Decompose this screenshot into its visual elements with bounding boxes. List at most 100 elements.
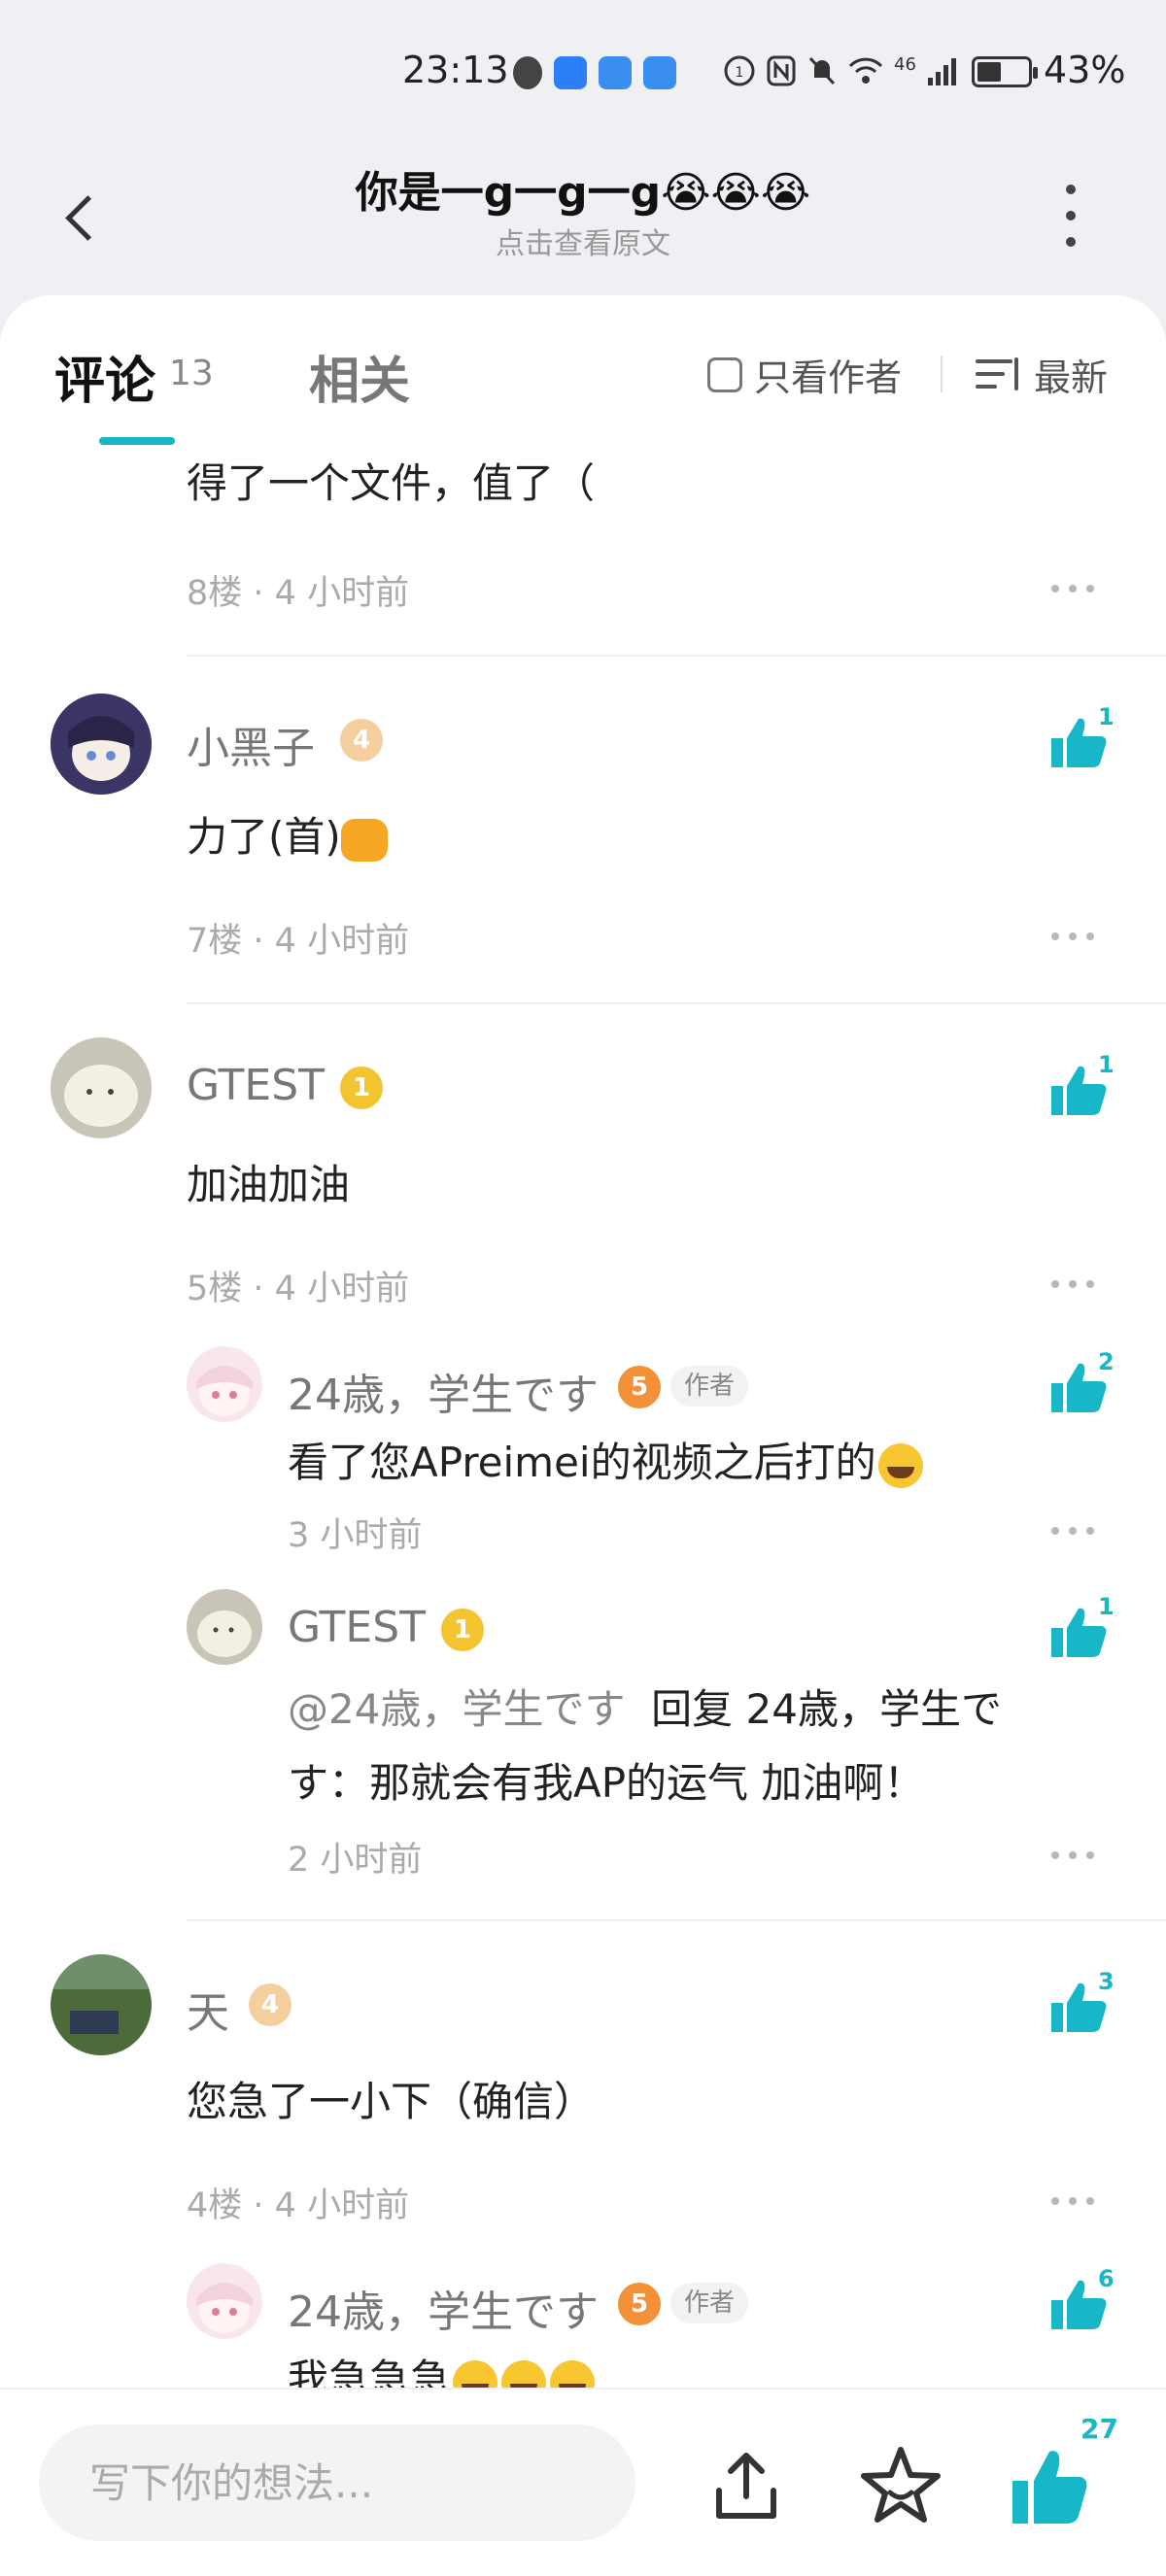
more-vertical-icon[interactable]: [1059, 185, 1082, 247]
level-badge: 4: [340, 719, 383, 762]
avatar[interactable]: [187, 1346, 262, 1422]
avatar[interactable]: [51, 1037, 152, 1138]
floor-number: 8楼: [187, 574, 243, 613]
page-title[interactable]: 你是一g一g一g😭😭😭: [0, 157, 1166, 220]
more-horizontal-icon[interactable]: [1051, 1851, 1094, 1863]
reply-text-content: 看了您APreimei的视频之后打的: [288, 1439, 876, 1486]
comment-input[interactable]: [39, 2424, 635, 2541]
comment-divider: [187, 655, 1166, 657]
view-original-link[interactable]: 点击查看原文: [0, 220, 1166, 262]
share-icon[interactable]: [707, 2448, 785, 2525]
only-author-toggle[interactable]: 只看作者: [707, 348, 902, 401]
floor-number: 5楼: [187, 1270, 243, 1308]
divider: [941, 356, 943, 392]
svg-text:1: 1: [736, 65, 744, 81]
comment-text-content: 力了(首): [187, 813, 341, 861]
comment-meta: 8楼 · 4 小时前: [187, 574, 410, 613]
like-count: 1: [1098, 1051, 1115, 1078]
reply-text-line1: 回复 24歳，学生で: [651, 1685, 1002, 1733]
more-horizontal-icon[interactable]: [1051, 1527, 1094, 1539]
like-count: 1: [1098, 703, 1115, 730]
bottom-action-bar: 27: [0, 2388, 1166, 2576]
battery-icon: [972, 56, 1038, 87]
wifi-icon: [848, 57, 883, 84]
system-icons: 1 46: [723, 54, 959, 87]
floor-number: 4楼: [187, 2186, 243, 2225]
comment-text: 力了(首): [187, 800, 388, 874]
alien-icon: [513, 56, 542, 89]
like-count: 3: [1098, 1968, 1115, 1995]
like-count: 2: [1098, 1348, 1115, 1375]
mention-link[interactable]: @24歳，学生です: [288, 1685, 625, 1733]
comment-text: 您急了一小下（确信）: [187, 2078, 596, 2125]
level-badge: 5: [618, 2283, 661, 2325]
like-count: 1: [1098, 1593, 1115, 1620]
status-time: 23:13: [402, 49, 509, 91]
network-type: 46: [894, 53, 916, 75]
checkbox-icon[interactable]: [707, 356, 742, 392]
sort-toggle[interactable]: 最新: [976, 348, 1108, 401]
cloud-app-icon: [599, 56, 632, 89]
level-badge: 1: [441, 1609, 484, 1651]
reply-time: 3 小时前: [288, 1516, 423, 1555]
tab-comments[interactable]: 评论: [54, 340, 155, 413]
comment-time: 4 小时前: [274, 1270, 410, 1308]
avatar[interactable]: [187, 1589, 262, 1665]
like-total-count: 27: [1080, 2413, 1118, 2445]
hd-call-icon: 1: [724, 55, 755, 86]
avatar[interactable]: [51, 1954, 152, 2055]
crying-emoji-icon: [877, 1442, 923, 1488]
signal-icon: [927, 58, 956, 85]
level-badge: 1: [340, 1067, 383, 1109]
only-author-label: 只看作者: [754, 356, 903, 399]
comment-meta: 5楼 · 4 小时前: [187, 1270, 410, 1308]
comment-meta: 4楼 · 4 小时前: [187, 2186, 410, 2225]
comment-divider: [187, 1919, 1166, 1921]
avatar[interactable]: [51, 694, 152, 795]
level-badge: 5: [618, 1366, 661, 1408]
comment-tabs: 评论 13 相关 只看作者 最新: [0, 295, 1166, 451]
username[interactable]: 24歳，学生です: [288, 1360, 599, 1422]
thumbs-up-icon[interactable]: [1007, 2446, 1090, 2527]
comments-count: 13: [169, 354, 214, 393]
notification-icons: [513, 56, 676, 89]
username[interactable]: GTEST: [187, 1061, 325, 1110]
sort-icon: [976, 356, 1020, 394]
weather-app-icon: [554, 56, 587, 89]
like-count: 6: [1098, 2265, 1115, 2292]
avatar[interactable]: [187, 2263, 262, 2339]
more-horizontal-icon[interactable]: [1051, 585, 1094, 596]
nfc-icon: [767, 55, 796, 86]
comment-divider: [187, 1002, 1166, 1004]
author-tag: 作者: [670, 1366, 749, 1407]
reply-text: 看了您APreimei的视频之后打的: [288, 1426, 925, 1500]
reply-text: 我急急急: [288, 2343, 597, 2393]
comments-panel: 评论 13 相关 只看作者 最新 得了一个文件，值了（ 8楼 · 4 小时前 小…: [0, 295, 1166, 2393]
top-header: 你是一g一g一g😭😭😭 点击查看原文: [0, 155, 1166, 301]
username[interactable]: 24歳，学生です: [288, 2277, 599, 2339]
tab-indicator: [99, 437, 175, 445]
more-horizontal-icon[interactable]: [1051, 1280, 1094, 1292]
more-horizontal-icon[interactable]: [1051, 2197, 1094, 2209]
username[interactable]: 天: [187, 1978, 229, 2040]
battery-percent: 43%: [1044, 49, 1126, 91]
reply-text-line2: す：那就会有我AP的运气 加油啊！: [288, 1759, 925, 1807]
cloud-app-icon-2: [643, 56, 676, 89]
username[interactable]: 小黑子: [187, 713, 315, 775]
floor-number: 7楼: [187, 922, 243, 961]
comment-text: 得了一个文件，值了（: [187, 459, 596, 507]
tab-related[interactable]: 相关: [309, 340, 410, 413]
level-badge: 4: [249, 1983, 292, 2026]
comment-time: 4 小时前: [274, 574, 410, 613]
reply-time: 2 小时前: [288, 1841, 423, 1880]
reply-text: @24歳，学生です 回复 24歳，学生で: [288, 1673, 1002, 1746]
more-horizontal-icon[interactable]: [1051, 932, 1094, 944]
sort-label: 最新: [1034, 356, 1109, 399]
fist-emoji-icon: [340, 818, 388, 862]
status-bar: 23:13 1 46 43%: [0, 0, 1166, 155]
mute-icon: [808, 56, 836, 85]
comment-meta: 7楼 · 4 小时前: [187, 922, 410, 961]
username[interactable]: GTEST: [288, 1603, 426, 1652]
star-icon[interactable]: [859, 2444, 943, 2527]
comment-time: 4 小时前: [274, 922, 410, 961]
